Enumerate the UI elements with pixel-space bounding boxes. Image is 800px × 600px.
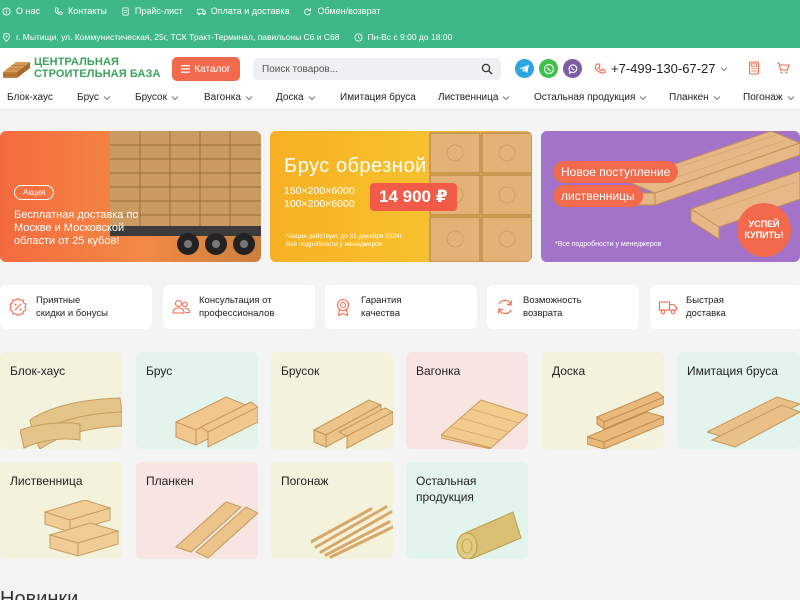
phone-icon xyxy=(54,6,63,15)
telegram-icon[interactable] xyxy=(515,59,534,78)
planken-image xyxy=(175,501,258,559)
hurry-badge: УСПЕЙ КУПИТЬ! xyxy=(737,203,791,257)
imitation-image xyxy=(707,396,800,448)
chevron-down-icon xyxy=(245,95,253,100)
chevron-down-icon xyxy=(787,95,794,100)
feature-fast-delivery: Быстрая доставка xyxy=(650,285,800,329)
search-input[interactable] xyxy=(253,63,473,75)
document-icon xyxy=(122,6,129,16)
logo[interactable]: ЦЕНТРАЛЬНАЯ СТРОИТЕЛЬНАЯ БАЗА xyxy=(2,56,161,80)
working-hours: Пн-Вс с 9:00 до 18:00 xyxy=(353,32,452,42)
feature-consultation: Консультация от профессионалов xyxy=(163,285,315,329)
menu-icon xyxy=(181,65,191,73)
logo-text: ЦЕНТРАЛЬНАЯ СТРОИТЕЛЬНАЯ БАЗА xyxy=(34,56,161,80)
chevron-down-icon xyxy=(308,95,315,100)
header: ЦЕНТРАЛЬНАЯ СТРОИТЕЛЬНАЯ БАЗА Каталог +7… xyxy=(0,48,800,88)
nav-item-pogonazh[interactable]: Погонаж xyxy=(743,92,795,103)
promo-price: 14 900 ₽ xyxy=(370,183,457,211)
category-larch[interactable]: Лиственница xyxy=(0,462,122,559)
refresh-icon xyxy=(304,7,312,15)
refresh-icon xyxy=(497,299,513,315)
promo-text: Бесплатная доставка по Москве и Московск… xyxy=(14,209,139,247)
address: г. Мытищи, ул. Коммунистическая, 25г, ТС… xyxy=(2,32,340,42)
truck-icon xyxy=(196,8,206,15)
vagonka-image xyxy=(441,399,528,449)
promo-pill-larch: лиственницы xyxy=(553,185,643,207)
chevron-down-icon xyxy=(721,66,728,71)
category-vagonka[interactable]: Вагонка xyxy=(406,352,528,449)
nav-item-planken[interactable]: Планкен xyxy=(669,92,721,103)
catalog-button[interactable]: Каталог xyxy=(172,57,240,81)
nav-item-blockhouse[interactable]: Блок-хаус xyxy=(7,92,53,103)
chevron-down-icon xyxy=(171,95,179,100)
brus-image xyxy=(174,396,258,448)
delivery-link[interactable]: Оплата и доставка xyxy=(196,6,289,16)
promo-banner-brus[interactable]: Брус обрезной 150×200×6000 100×200×6000 … xyxy=(270,131,532,262)
promo-banner-larch[interactable]: Новое поступление лиственницы *Все подро… xyxy=(541,131,800,262)
category-nav: Блок-хаус Брус Брусок Вагонка Доска Имит… xyxy=(0,88,800,110)
calculator-icon[interactable] xyxy=(747,61,761,75)
discount-icon xyxy=(9,297,27,317)
category-brus[interactable]: Брус xyxy=(136,352,258,449)
promo-sizes: 150×200×6000 100×200×6000 xyxy=(284,185,355,210)
nav-item-larch[interactable]: Лиственница xyxy=(438,92,510,103)
whatsapp-icon[interactable] xyxy=(539,59,558,78)
category-other[interactable]: Остальная продукция xyxy=(406,462,528,559)
info-icon xyxy=(2,6,11,16)
chevron-down-icon xyxy=(103,95,111,100)
promo-banner-delivery[interactable]: Акция Бесплатная доставка по Москве и Мо… xyxy=(0,131,261,262)
promo-pill-new: Новое поступление xyxy=(553,161,679,183)
chevron-down-icon xyxy=(640,95,647,100)
promo-badge: Акция xyxy=(14,185,55,200)
nav-item-imitation[interactable]: Имитация бруса xyxy=(340,92,416,103)
search-icon[interactable] xyxy=(481,63,493,75)
larch-image xyxy=(43,500,120,557)
chevron-down-icon xyxy=(503,95,510,100)
top-bar: О нас Контакты Прайс-лист Оплата и доста… xyxy=(0,0,800,48)
location-pin-icon xyxy=(2,32,11,42)
nav-item-other[interactable]: Остальная продукция xyxy=(534,92,647,103)
category-planken[interactable]: Планкен xyxy=(136,462,258,559)
logo-lumber-icon xyxy=(3,62,30,78)
nav-item-brusok[interactable]: Брусок xyxy=(135,92,179,103)
phone-icon xyxy=(594,62,606,73)
promo-title: Брус обрезной xyxy=(284,155,427,177)
doska-image xyxy=(587,391,664,449)
about-link[interactable]: О нас xyxy=(2,6,40,16)
phone-number[interactable]: +7-499-130-67-27 xyxy=(594,61,728,76)
feature-guarantee: Гарантия качества xyxy=(325,285,477,329)
cart-icon[interactable] xyxy=(776,61,790,75)
feature-return: Возможность возврата xyxy=(487,285,639,329)
truck-icon xyxy=(658,301,678,315)
contacts-link[interactable]: Контакты xyxy=(54,6,107,16)
category-brusok[interactable]: Брусок xyxy=(271,352,393,449)
feature-discounts: Приятные скидки и бонусы xyxy=(0,285,152,329)
search-box xyxy=(253,58,501,80)
chevron-down-icon xyxy=(713,95,721,100)
section-title: Новинки xyxy=(0,588,79,600)
category-pogonazh[interactable]: Погонаж xyxy=(271,462,393,559)
brusok-image xyxy=(312,399,393,449)
insulation-roll-image xyxy=(456,511,522,559)
price-list-link[interactable]: Прайс-лист xyxy=(121,6,183,16)
clock-icon xyxy=(353,32,363,42)
exchange-link[interactable]: Обмен/возврат xyxy=(303,6,381,16)
category-blockhouse[interactable]: Блок-хаус xyxy=(0,352,122,449)
viber-icon[interactable] xyxy=(563,59,582,78)
promo-note: *Все подробности у менеджеров xyxy=(555,241,662,248)
award-icon xyxy=(336,298,350,317)
pogonazh-image xyxy=(311,505,393,559)
blockhouse-image xyxy=(20,397,122,449)
users-icon xyxy=(172,299,191,314)
category-doska[interactable]: Доска xyxy=(542,352,664,449)
nav-item-doska[interactable]: Доска xyxy=(276,92,316,103)
promo-note: *Акция действует до 31 декабря 2024г. Вс… xyxy=(286,233,404,248)
nav-item-vagonka[interactable]: Вагонка xyxy=(204,92,253,103)
category-imitation[interactable]: Имитация бруса xyxy=(677,352,800,449)
nav-item-brus[interactable]: Брус xyxy=(77,92,111,103)
